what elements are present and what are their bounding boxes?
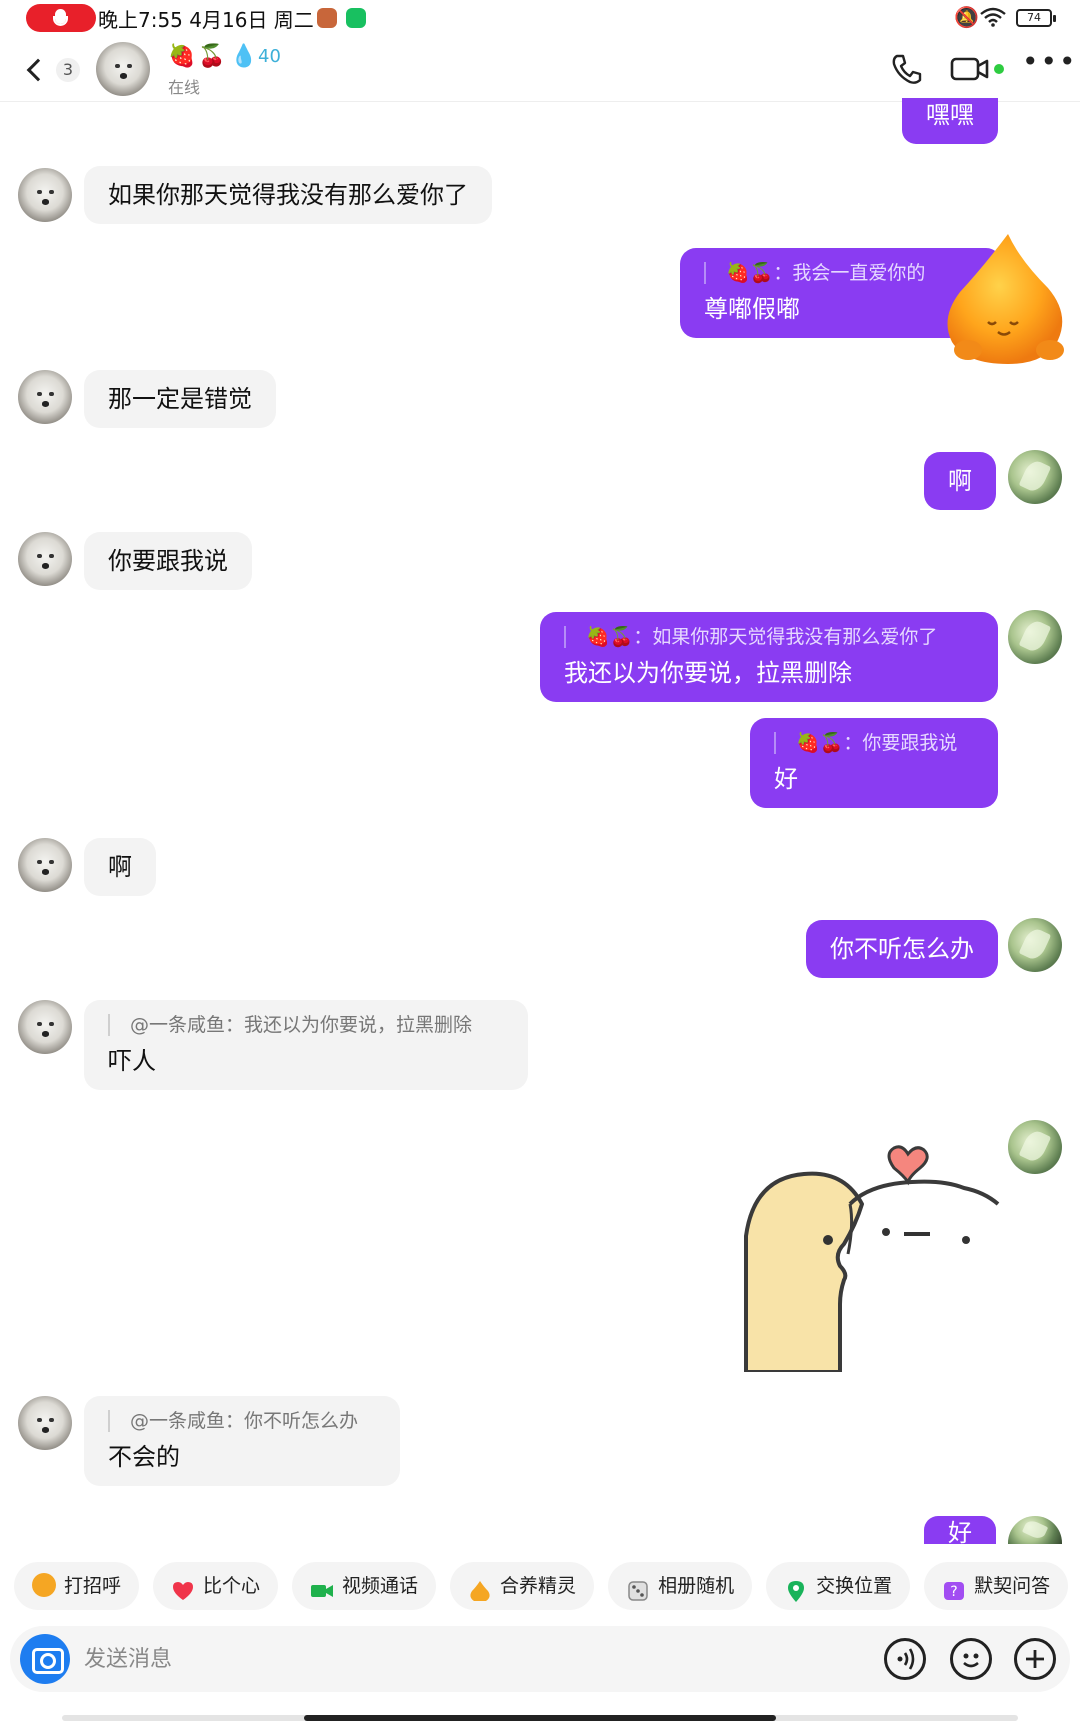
recording-indicator[interactable] (26, 4, 96, 32)
voice-message-button[interactable] (884, 1638, 926, 1680)
wifi-icon (980, 7, 1006, 27)
quoted-message[interactable]: @一条咸鱼：我还以为你要说，拉黑删除 (108, 1012, 504, 1038)
quick-action-bar: 打招呼 比个心 视频通话 合养精灵 相册随机 交换位置 ? 默契问答 (14, 1562, 1080, 1610)
video-call-icon (310, 1573, 334, 1597)
message-bubble-incoming[interactable]: @一条咸鱼：我还以为你要说，拉黑删除 吓人 (84, 1000, 528, 1090)
my-avatar[interactable] (1008, 610, 1062, 664)
chat-header: 3 🍓 🍒 💧 40 在线 ••• (0, 38, 1080, 102)
message-bubble-incoming[interactable]: 你要跟我说 (84, 532, 252, 590)
cherry-icon: 🍒 (198, 44, 226, 69)
mascot-sprite-icon[interactable] (938, 230, 1070, 366)
quick-action-random-album[interactable]: 相册随机 (608, 1562, 753, 1610)
mute-bell-icon: 🔕 (954, 5, 979, 29)
location-pin-icon (784, 1573, 808, 1602)
presence-status: 在线 (168, 78, 201, 97)
message-bubble-incoming[interactable]: 那一定是错觉 (84, 370, 276, 428)
contact-avatar[interactable] (18, 1000, 72, 1054)
message-bubble-outgoing[interactable]: 嘿嘿 (902, 98, 998, 144)
quick-action-video-call[interactable]: 视频通话 (292, 1562, 437, 1610)
message-input[interactable] (84, 1634, 784, 1684)
strawberry-icon: 🍓 (168, 44, 196, 69)
wechat-notification-icon (346, 8, 366, 28)
message-bubble-outgoing[interactable]: 啊 (924, 452, 996, 510)
dice-icon (626, 1573, 650, 1601)
contact-avatar[interactable] (96, 42, 150, 96)
my-avatar[interactable] (1008, 1120, 1062, 1174)
camera-button[interactable] (20, 1634, 70, 1684)
quoted-message[interactable]: 🍓🍒：我会一直爱你的 (704, 260, 978, 286)
contact-avatar[interactable] (18, 838, 72, 892)
contact-avatar[interactable] (18, 370, 72, 424)
quick-action-quiz[interactable]: ? 默契问答 (924, 1562, 1069, 1610)
back-button[interactable]: 3 (24, 52, 82, 88)
emoji-icon (963, 1653, 979, 1668)
svg-text:?: ? (950, 1584, 957, 1600)
emoji-button[interactable] (950, 1638, 992, 1680)
contact-avatar[interactable] (18, 1396, 72, 1450)
message-bubble-incoming[interactable]: 如果你那天觉得我没有那么爱你了 (84, 166, 492, 224)
phone-icon[interactable] (890, 52, 924, 86)
back-icon (26, 58, 50, 82)
message-bubble-outgoing[interactable]: 你不听怎么办 (806, 920, 998, 978)
sprite-icon (468, 1573, 492, 1601)
more-icon[interactable]: ••• (1022, 48, 1076, 80)
online-dot (994, 64, 1004, 74)
wave-hand-icon (32, 1572, 56, 1597)
quoted-message[interactable]: @一条咸鱼：你不听怎么办 (108, 1408, 376, 1434)
status-bar: 晚上7:55 4月16日 周二 🔕 74 (0, 0, 1080, 38)
plus-icon (1026, 1650, 1044, 1668)
contact-avatar[interactable] (18, 532, 72, 586)
message-bubble-outgoing[interactable]: 🍓🍒：你要跟我说 好 (750, 718, 998, 808)
video-call-icon[interactable] (950, 56, 990, 82)
my-avatar[interactable] (1008, 918, 1062, 972)
message-composer (10, 1626, 1070, 1692)
message-bubble-incoming[interactable]: 啊 (84, 838, 156, 896)
more-actions-button[interactable] (1014, 1638, 1056, 1680)
message-bubble-outgoing[interactable]: 好 (924, 1516, 996, 1544)
unread-count-badge: 3 (56, 58, 80, 82)
water-drop-icon: 💧 (230, 44, 258, 69)
streak-count: 40 (258, 46, 281, 67)
quick-action-exchange-location[interactable]: 交换位置 (766, 1562, 911, 1610)
quick-action-wave[interactable]: 打招呼 (14, 1562, 140, 1610)
quick-action-heart[interactable]: 比个心 (153, 1562, 279, 1610)
sticker-image[interactable] (744, 1104, 1000, 1372)
quoted-message[interactable]: 🍓🍒：如果你那天觉得我没有那么爱你了 (564, 624, 974, 650)
question-icon: ? (942, 1573, 966, 1600)
contact-avatar[interactable] (18, 168, 72, 222)
notification-app-icon (317, 8, 337, 28)
my-avatar[interactable] (1008, 1516, 1062, 1544)
message-bubble-incoming[interactable]: @一条咸鱼：你不听怎么办 不会的 (84, 1396, 400, 1486)
voice-icon (897, 1648, 915, 1670)
my-avatar[interactable] (1008, 450, 1062, 504)
status-time-date: 晚上7:55 4月16日 周二 (98, 8, 314, 32)
home-indicator[interactable] (62, 1715, 1018, 1721)
battery-icon: 74 (1016, 9, 1056, 27)
quick-action-sprite[interactable]: 合养精灵 (450, 1562, 595, 1610)
heart-icon (171, 1573, 195, 1600)
quoted-message[interactable]: 🍓🍒：你要跟我说 (774, 730, 974, 756)
message-bubble-outgoing[interactable]: 🍓🍒：如果你那天觉得我没有那么爱你了 我还以为你要说，拉黑删除 (540, 612, 998, 702)
